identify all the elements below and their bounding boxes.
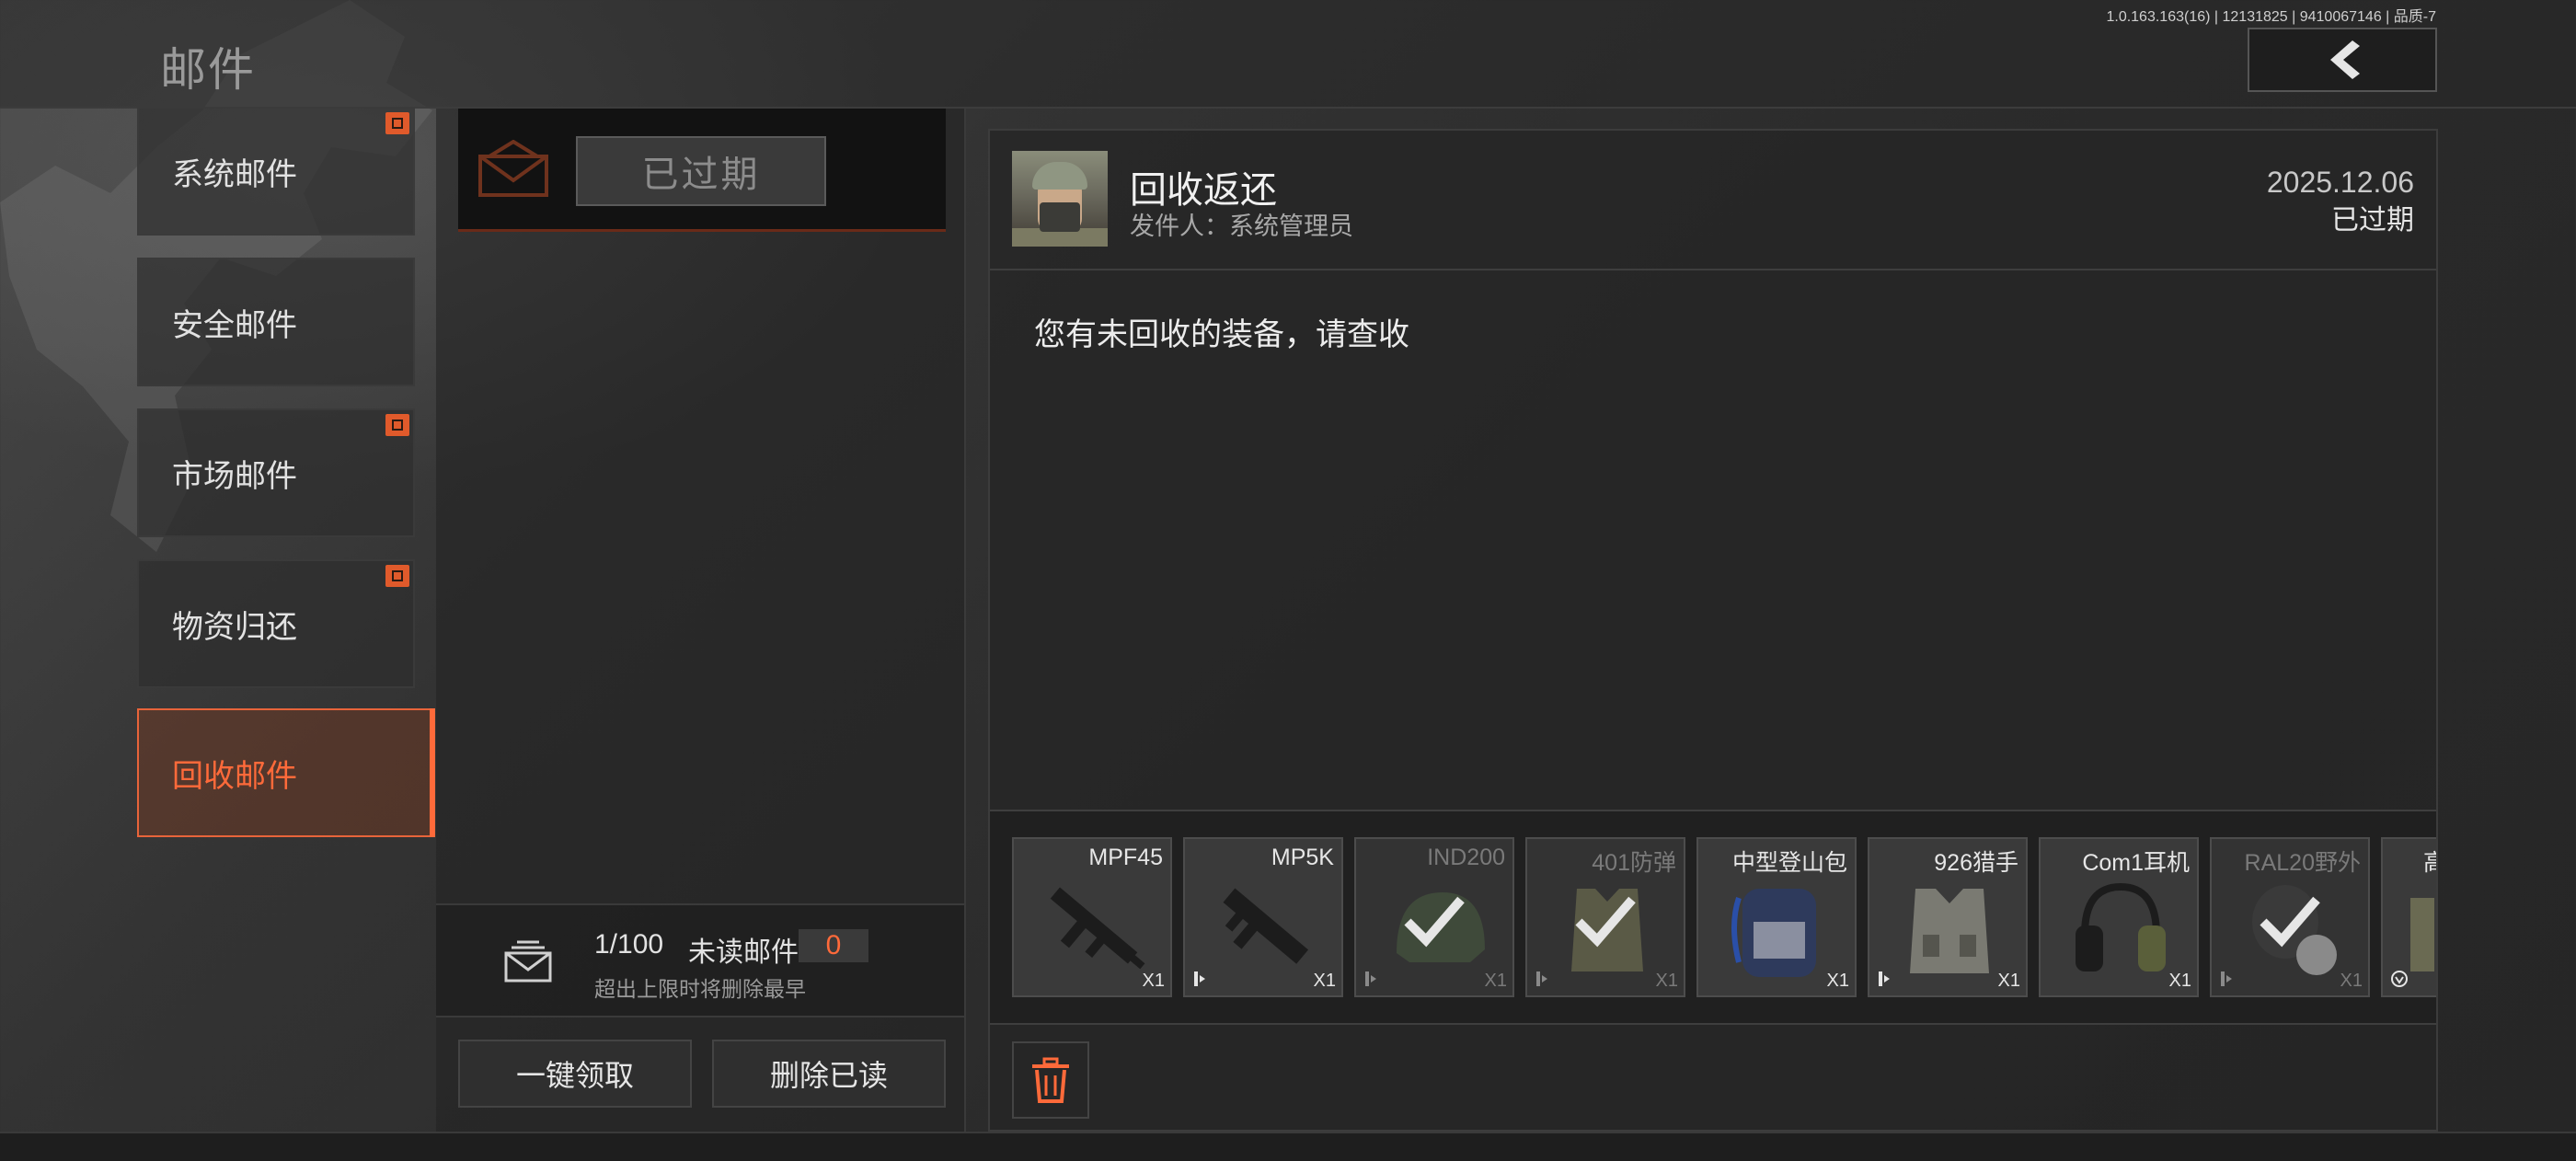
attachment-item[interactable]: RAL20野外 X1	[2210, 837, 2370, 997]
attachment-item[interactable]: IND200 X1	[1354, 837, 1514, 997]
category-label: 物资归还	[172, 610, 297, 645]
category-market-mail[interactable]: 市场邮件	[137, 408, 415, 537]
attachment-item[interactable]: 中型登山包 X1	[1696, 837, 1857, 997]
attachment-item[interactable]: 926猎手 X1	[1868, 837, 2028, 997]
mail-date: 2025.12.06	[2266, 166, 2414, 199]
shield-icon	[2391, 971, 2408, 987]
attachment-name: IND200	[1427, 845, 1505, 870]
gun-icon	[1050, 887, 1145, 970]
attachment-qty: X1	[1142, 971, 1165, 991]
gift-icon	[385, 414, 409, 436]
attachment-qty: X1	[1997, 971, 2020, 991]
gun-icon	[1223, 888, 1309, 964]
delete-mail-button[interactable]	[1012, 1041, 1089, 1119]
attachment-name: 926猎手	[1934, 850, 2018, 876]
attachment-name: 高	[2423, 845, 2436, 878]
unread-count: 0	[799, 929, 868, 962]
unread-label: 未读邮件	[688, 937, 799, 968]
attachment-qty: X1	[1313, 971, 1336, 991]
headset-icon	[2076, 882, 2166, 971]
chevron-left-icon	[2330, 40, 2360, 79]
attachment-qty: X1	[2168, 971, 2191, 991]
attachment-name: 401防弹	[1592, 850, 1676, 876]
attachment-item[interactable]: 高	[2381, 837, 2436, 997]
sender-avatar	[1012, 151, 1108, 247]
attachment-name: 中型登山包	[1731, 850, 1847, 876]
attachment-name: Com1耳机	[2082, 850, 2190, 876]
attachment-name: RAL20野外	[2244, 850, 2361, 876]
attachment-item[interactable]: MP5K X1	[1183, 837, 1343, 997]
exit-tag-icon	[1365, 971, 1376, 986]
attachment-item[interactable]: MPF45 X1	[1012, 837, 1172, 997]
delete-read-button[interactable]: 删除已读	[712, 1040, 946, 1108]
mail-body: 您有未回收的装备，请查收	[1034, 317, 1409, 352]
attachment-name: MPF45	[1088, 845, 1163, 870]
attachment-name: MP5K	[1271, 845, 1334, 870]
check-icon	[2260, 896, 2320, 948]
category-label: 回收邮件	[172, 759, 297, 794]
exit-tag-icon	[1536, 971, 1547, 986]
category-security-mail[interactable]: 安全邮件	[137, 258, 415, 386]
category-system-mail[interactable]: 系统邮件	[137, 107, 415, 236]
tactical-vest-icon	[1910, 889, 1989, 973]
envelope-icon	[478, 140, 548, 197]
mail-list-panel: 已过期 1/100 未读邮件 0 超出上限时将删除最早 一键领取 删除已读	[436, 109, 966, 1132]
attachment-qty: X1	[2340, 971, 2363, 991]
attachment-qty: X1	[1826, 971, 1849, 991]
claim-all-button[interactable]: 一键领取	[458, 1040, 692, 1108]
capacity-hint: 超出上限时将删除最早	[594, 977, 806, 1001]
exit-tag-icon	[1879, 971, 1890, 986]
category-label: 安全邮件	[172, 308, 297, 343]
mail-sender: 发件人：系统管理员	[1130, 213, 1353, 240]
mail-list-item[interactable]: 已过期	[458, 109, 946, 232]
category-recycle-mail[interactable]: 回收邮件	[137, 708, 435, 837]
mail-status: 已过期	[2331, 205, 2414, 236]
attachments-bar: MPF45 X1 MP5K X1 IND200 X1 401防弹 X1 中型登山…	[990, 810, 2436, 1025]
mail-detail-header: 回收返还 发件人：系统管理员 2025.12.06 已过期	[990, 131, 2436, 270]
mail-detail-panel: 回收返还 发件人：系统管理员 2025.12.06 已过期 您有未回收的装备，请…	[988, 129, 2438, 1132]
item-partial-icon	[2410, 898, 2434, 971]
page-title: 邮件	[160, 44, 256, 96]
trash-icon	[1032, 1057, 1069, 1103]
mail-capacity-info: 1/100 未读邮件 0 超出上限时将删除最早	[436, 903, 964, 1017]
top-bar: 邮件 1.0.163.163(16) | 12131825 | 94100671…	[0, 0, 2576, 109]
exit-tag-icon	[1194, 971, 1205, 986]
exit-tag-icon	[2221, 971, 2232, 986]
attachment-qty: X1	[1484, 971, 1507, 991]
backpack-icon	[1731, 889, 1816, 977]
bottom-edge	[0, 1132, 2576, 1161]
attachment-item[interactable]: Com1耳机 X1	[2039, 837, 2199, 997]
gift-icon	[385, 565, 409, 587]
check-icon	[1575, 896, 1636, 948]
mail-count: 1/100	[594, 929, 664, 960]
mail-stack-icon	[504, 940, 552, 983]
check-icon	[1404, 896, 1465, 948]
gift-icon	[385, 112, 409, 134]
category-supply-return[interactable]: 物资归还	[137, 559, 415, 688]
attachment-qty: X1	[1655, 971, 1678, 991]
category-label: 市场邮件	[172, 459, 297, 494]
active-indicator	[430, 708, 435, 837]
back-button[interactable]	[2248, 28, 2437, 92]
category-label: 系统邮件	[172, 157, 297, 192]
expired-badge: 已过期	[576, 136, 826, 206]
attachment-item[interactable]: 401防弹 X1	[1525, 837, 1685, 997]
version-info: 1.0.163.163(16) | 12131825 | 9410067146 …	[2106, 9, 2436, 25]
